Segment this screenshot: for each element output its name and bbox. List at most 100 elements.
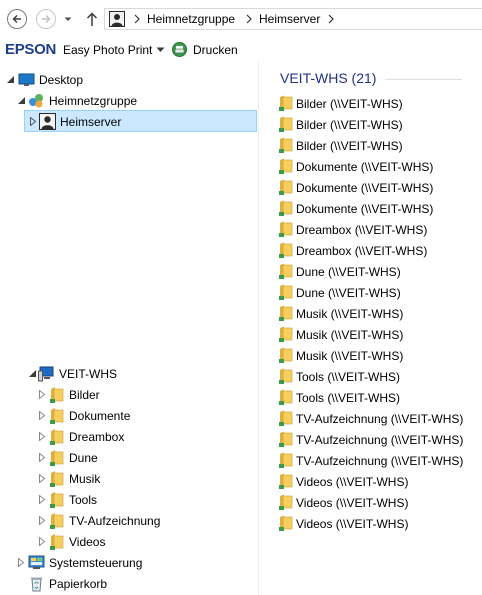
expanded-chevron-icon[interactable]: [6, 75, 15, 84]
tree-item-folder[interactable]: Dreambox: [0, 426, 258, 447]
shared-folder-icon: [279, 368, 293, 384]
collapsed-chevron-icon[interactable]: [38, 390, 46, 399]
list-item[interactable]: Tools (\\VEIT-WHS): [279, 387, 479, 408]
list-item[interactable]: Videos (\\VEIT-WHS): [279, 492, 479, 513]
epson-logo: EPSON: [5, 41, 57, 58]
tree-item-folder[interactable]: Bilder: [0, 384, 258, 405]
easy-photo-print-button[interactable]: Easy Photo Print: [63, 43, 152, 57]
collapsed-chevron-icon[interactable]: [38, 537, 46, 546]
list-item-label: Videos (\\VEIT-WHS): [296, 496, 409, 510]
collapsed-chevron-icon[interactable]: [38, 495, 46, 504]
shared-folder-icon: [279, 284, 293, 300]
breadcrumb-separator-icon[interactable]: [327, 14, 335, 24]
list-item[interactable]: Bilder (\\VEIT-WHS): [279, 93, 479, 114]
tree-item-heimserver[interactable]: Heimserver: [24, 110, 257, 132]
tree-item-folder[interactable]: Musik: [0, 468, 258, 489]
list-item[interactable]: Bilder (\\VEIT-WHS): [279, 114, 479, 135]
list-item[interactable]: Dokumente (\\VEIT-WHS): [279, 198, 479, 219]
shared-folder-icon: [50, 387, 64, 403]
tree-item-folder[interactable]: Dokumente: [0, 405, 258, 426]
server-user-icon: [109, 11, 125, 27]
list-item[interactable]: Musik (\\VEIT-WHS): [279, 303, 479, 324]
tree-item-folder[interactable]: TV-Aufzeichnung: [0, 510, 258, 531]
tree-label: Tools: [69, 493, 98, 507]
tree-item-desktop[interactable]: Desktop: [0, 69, 258, 90]
shared-folder-icon: [279, 263, 293, 279]
tree-item-folder[interactable]: Dune: [0, 447, 258, 468]
print-icon[interactable]: [172, 42, 187, 57]
list-item[interactable]: Videos (\\VEIT-WHS): [279, 471, 479, 492]
list-item[interactable]: TV-Aufzeichnung (\\VEIT-WHS): [279, 408, 479, 429]
list-item[interactable]: Tools (\\VEIT-WHS): [279, 366, 479, 387]
collapsed-chevron-icon[interactable]: [29, 117, 37, 126]
collapsed-chevron-icon[interactable]: [38, 453, 46, 462]
up-arrow-icon[interactable]: [85, 11, 99, 27]
breadcrumb-separator-icon[interactable]: [133, 14, 141, 24]
tree-item-folder[interactable]: Videos: [0, 531, 258, 552]
list-item-label: Videos (\\VEIT-WHS): [296, 475, 409, 489]
group-header[interactable]: VEIT-WHS (21): [280, 70, 376, 86]
list-item-label: Musik (\\VEIT-WHS): [296, 328, 404, 342]
list-item[interactable]: Videos (\\VEIT-WHS): [279, 513, 479, 534]
shared-folder-icon: [279, 326, 293, 342]
tree-item-recycle-bin[interactable]: Papierkorb: [0, 573, 258, 594]
shared-folder-icon: [279, 410, 293, 426]
forward-button[interactable]: [36, 9, 56, 29]
tree-label: Heimserver: [60, 115, 122, 129]
shared-folder-icon: [50, 534, 64, 550]
recent-locations-chevron-icon[interactable]: [63, 14, 73, 24]
tree-label: Videos: [69, 535, 106, 549]
list-item[interactable]: Dune (\\VEIT-WHS): [279, 261, 479, 282]
collapsed-chevron-icon[interactable]: [38, 411, 46, 420]
list-item[interactable]: Dokumente (\\VEIT-WHS): [279, 177, 479, 198]
list-item-label: Dune (\\VEIT-WHS): [296, 286, 401, 300]
back-button[interactable]: [7, 9, 27, 29]
list-item-label: Dokumente (\\VEIT-WHS): [296, 160, 434, 174]
tree-item-homegroup[interactable]: Heimnetzgruppe: [0, 90, 258, 111]
list-item[interactable]: Dreambox (\\VEIT-WHS): [279, 219, 479, 240]
address-toolbar: Heimnetzgruppe Heimserver: [0, 0, 482, 38]
breadcrumb-heimserver[interactable]: Heimserver: [259, 12, 320, 26]
list-item-label: Dune (\\VEIT-WHS): [296, 265, 401, 279]
tree-item-veit-whs[interactable]: VEIT-WHS: [0, 363, 258, 384]
collapsed-chevron-icon[interactable]: [38, 474, 46, 483]
list-item[interactable]: Bilder (\\VEIT-WHS): [279, 135, 479, 156]
list-item[interactable]: Dreambox (\\VEIT-WHS): [279, 240, 479, 261]
list-item[interactable]: Dokumente (\\VEIT-WHS): [279, 156, 479, 177]
shared-folder-icon: [279, 452, 293, 468]
shared-folder-icon: [50, 429, 64, 445]
breadcrumb-separator-icon[interactable]: [245, 14, 253, 24]
list-item-label: Tools (\\VEIT-WHS): [296, 370, 401, 384]
tree-label: Desktop: [39, 73, 84, 87]
navigation-pane[interactable]: Desktop Heimnetzgruppe Heimserver VEIT-W…: [0, 62, 258, 595]
tree-label: Bilder: [69, 388, 100, 402]
tree-label: Dreambox: [69, 430, 125, 444]
shared-folder-icon: [50, 471, 64, 487]
recycle-bin-icon: [31, 577, 42, 592]
list-item[interactable]: TV-Aufzeichnung (\\VEIT-WHS): [279, 429, 479, 450]
list-item[interactable]: TV-Aufzeichnung (\\VEIT-WHS): [279, 450, 479, 471]
tree-item-control-panel[interactable]: Systemsteuerung: [0, 552, 258, 573]
collapsed-chevron-icon[interactable]: [38, 516, 46, 525]
list-item-label: Bilder (\\VEIT-WHS): [296, 97, 403, 111]
tree-label: Dokumente: [69, 409, 131, 423]
expanded-chevron-icon[interactable]: [28, 369, 37, 378]
print-button[interactable]: Drucken: [193, 43, 238, 57]
breadcrumb-heimnetzgruppe[interactable]: Heimnetzgruppe: [147, 12, 235, 26]
expanded-chevron-icon[interactable]: [17, 96, 26, 105]
dropdown-arrow-icon[interactable]: [156, 47, 165, 53]
shared-folder-icon: [279, 158, 293, 174]
address-bar[interactable]: Heimnetzgruppe Heimserver: [104, 8, 482, 30]
tree-item-folder[interactable]: Tools: [0, 489, 258, 510]
server-user-icon: [39, 113, 56, 130]
collapsed-chevron-icon[interactable]: [17, 558, 25, 567]
shared-folder-icon: [279, 515, 293, 531]
list-item-label: TV-Aufzeichnung (\\VEIT-WHS): [296, 454, 464, 468]
shared-folder-icon: [50, 513, 64, 529]
list-item[interactable]: Musik (\\VEIT-WHS): [279, 345, 479, 366]
list-item[interactable]: Dune (\\VEIT-WHS): [279, 282, 479, 303]
list-item[interactable]: Musik (\\VEIT-WHS): [279, 324, 479, 345]
list-item-label: Musik (\\VEIT-WHS): [296, 349, 404, 363]
collapsed-chevron-icon[interactable]: [38, 432, 46, 441]
content-pane: VEIT-WHS (21) Bilder (\\VEIT-WHS) Bilder …: [259, 62, 482, 595]
